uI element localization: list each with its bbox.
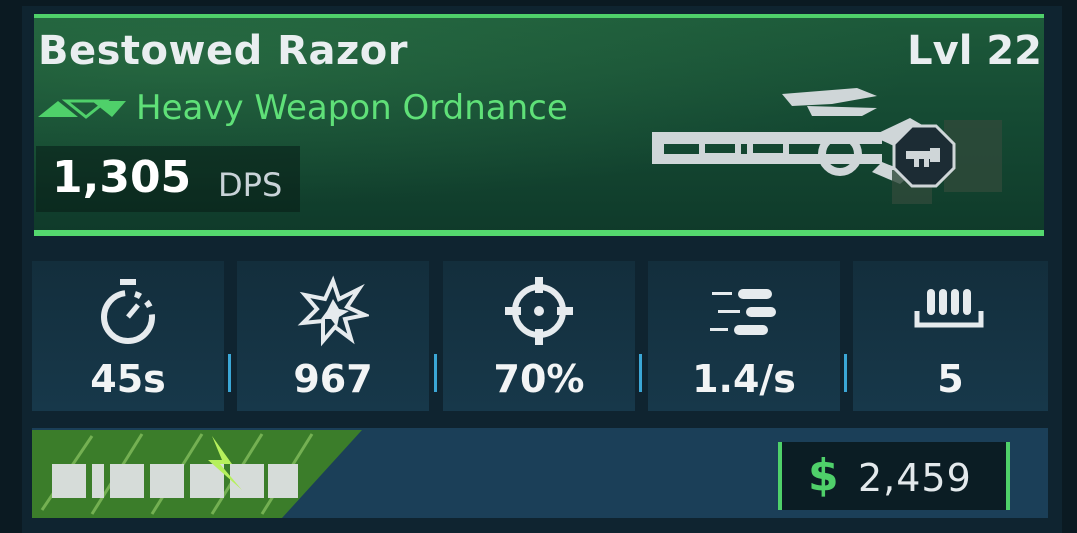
stat-divider (639, 354, 642, 392)
rarity-underline (34, 230, 1044, 236)
magazine-icon (914, 289, 984, 328)
weapon-name: Bestowed Razor (38, 28, 408, 74)
stat-divider (228, 354, 231, 392)
dps-value: 1,305 (52, 152, 192, 203)
currency-icon: $ (808, 450, 839, 501)
stat-fire-rate: 1.4/s (648, 261, 840, 411)
stats-row: 45s 967 70% 1.4/s 5 (32, 261, 1048, 411)
ripper-logo-icon (32, 430, 362, 518)
weapon-level: Lvl 22 (907, 28, 1042, 74)
launcher-type-icon (892, 124, 956, 188)
crosshair-icon (505, 277, 573, 345)
stat-value: 1.4/s (692, 357, 796, 401)
bullets-firerate-icon (710, 289, 776, 335)
weapon-type: Heavy Weapon Ordnance (136, 88, 568, 128)
stat-cooldown: 45s (32, 261, 224, 411)
stat-damage: 967 (237, 261, 429, 411)
explosion-icon (297, 275, 369, 347)
price-value: 2,459 (858, 456, 972, 500)
stat-magazine: 5 (853, 261, 1048, 411)
stopwatch-icon (101, 279, 155, 344)
stat-value: 70% (493, 357, 585, 401)
rarity-chevrons-icon (38, 99, 126, 119)
stat-divider (844, 354, 847, 392)
dps-unit: DPS (218, 166, 283, 204)
stat-value: 45s (90, 357, 166, 401)
stat-accuracy: 70% (443, 261, 635, 411)
stat-value: 5 (937, 357, 964, 401)
item-card: Bestowed Razor Lvl 22 Heavy Weapon Ordna… (22, 6, 1062, 533)
stat-value: 967 (293, 357, 373, 401)
stat-divider (434, 354, 437, 392)
weapon-silhouette-icon (652, 88, 1002, 204)
